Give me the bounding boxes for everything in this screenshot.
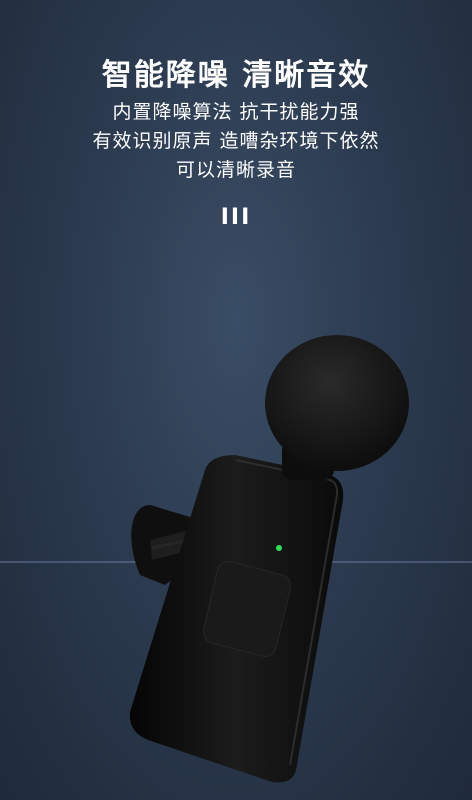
record-button: [203, 561, 291, 657]
product-scene: [0, 335, 472, 783]
microphone-device: [129, 335, 409, 783]
indicator-led-icon: [276, 545, 282, 551]
foam-windscreen: [265, 335, 409, 480]
